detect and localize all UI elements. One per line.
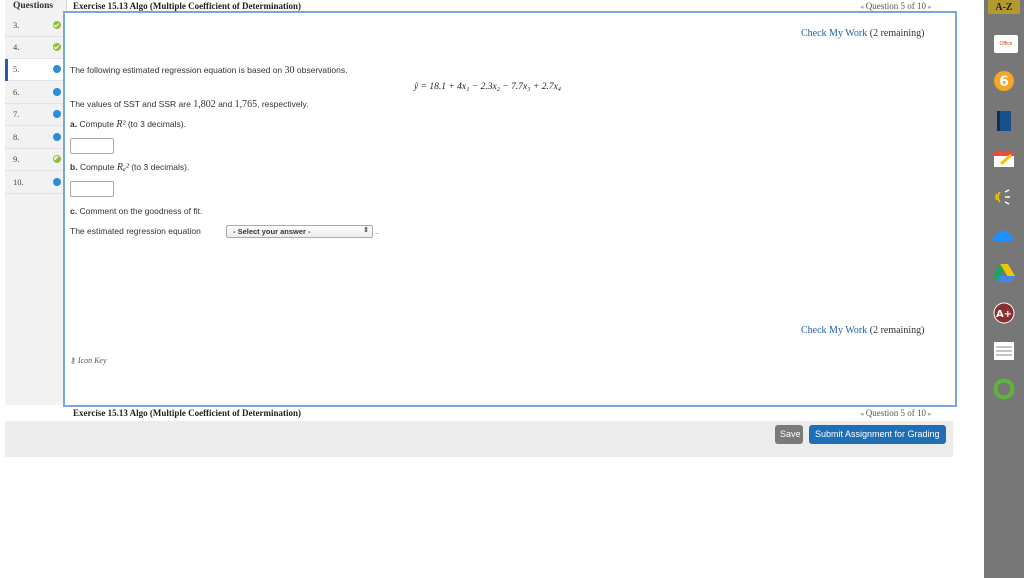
onedrive-extension-icon[interactable] xyxy=(992,225,1014,247)
question-item-5[interactable]: 5. xyxy=(5,59,66,81)
note-extension-icon[interactable] xyxy=(993,148,1015,170)
regression-equation: ŷ = 18.1 + 4x₁ − 2.3x₂ − 7.7x₃ + 2.7x₄ xyxy=(414,82,562,92)
prev-arrow-icon[interactable]: ◂ xyxy=(860,410,864,418)
part-b-prompt: b. Compute Rₐ² (to 3 decimals). xyxy=(70,162,190,173)
completed-check-icon xyxy=(53,43,61,51)
notepad-extension-icon[interactable] xyxy=(993,340,1015,362)
question-intro: The following estimated regression equat… xyxy=(70,65,348,76)
check-my-work-link[interactable]: Check My Work xyxy=(801,325,867,336)
svg-text:6: 6 xyxy=(999,74,1009,90)
question-item-8[interactable]: 8. xyxy=(5,127,66,149)
read-aloud-extension-icon[interactable] xyxy=(993,186,1015,208)
next-arrow-icon[interactable]: ▸ xyxy=(928,3,932,11)
key-icon: ⚷ xyxy=(70,356,76,365)
office-extension-icon[interactable]: Office xyxy=(994,35,1018,53)
check-my-work-top[interactable]: Check My Work (2 remaining) xyxy=(801,28,924,39)
completed-check-icon xyxy=(53,21,61,29)
select-arrows-icon: ⇕ xyxy=(363,227,369,234)
check-my-work-bottom[interactable]: Check My Work (2 remaining) xyxy=(801,325,924,336)
icon-key-link[interactable]: ⚷ Icon Key xyxy=(70,356,107,365)
check-my-work-link[interactable]: Check My Work xyxy=(801,28,867,39)
submit-assignment-button[interactable]: Submit Assignment for Grading xyxy=(809,425,946,444)
remaining-count: (2 remaining) xyxy=(869,325,925,336)
part-c-prompt: c. Comment on the goodness of fit. xyxy=(70,206,203,216)
grade-extension-icon[interactable]: A+ xyxy=(993,302,1015,324)
unanswered-dot-icon xyxy=(53,110,61,118)
next-arrow-icon[interactable]: ▸ xyxy=(928,410,932,418)
svg-text:A+: A+ xyxy=(996,309,1012,320)
question-number: 7. xyxy=(13,109,20,119)
question-item-4[interactable]: 4. xyxy=(5,37,66,59)
question-pager[interactable]: ◂ Question 5 of 10 ▸ xyxy=(860,1,932,11)
question-number: 4. xyxy=(13,42,20,52)
question-number: 3. xyxy=(13,20,20,30)
question-number: 6. xyxy=(13,87,20,97)
sentence-period: . xyxy=(376,226,379,236)
question-number: 8. xyxy=(13,132,20,142)
remaining-count: (2 remaining) xyxy=(869,28,925,39)
adjusted-r-squared-input[interactable] xyxy=(70,181,114,197)
question-number: 9. xyxy=(13,154,20,164)
question-item-6[interactable]: 6. xyxy=(5,82,66,104)
footer-exercise-title: Exercise 15.13 Algo (Multiple Coefficien… xyxy=(73,408,302,418)
unanswered-dot-icon xyxy=(53,88,61,96)
footer-question-pager[interactable]: ◂ Question 5 of 10 ▸ xyxy=(860,408,932,418)
r-squared-input[interactable] xyxy=(70,138,114,154)
sst-ssr-statement: The values of SST and SSR are 1,802 and … xyxy=(70,99,309,110)
unanswered-dot-icon xyxy=(53,178,61,186)
question-number: 5. xyxy=(13,64,20,74)
pager-text: Question 5 of 10 xyxy=(865,1,927,11)
question-nav: Questions 3. 4. 5. 6. 7. 8. 9. 10. xyxy=(5,0,67,405)
questions-title: Questions xyxy=(13,1,54,11)
partial-credit-icon xyxy=(53,155,61,163)
six-extension-icon[interactable]: 6 xyxy=(993,70,1015,92)
a-z-extension-icon[interactable]: A-Z xyxy=(988,0,1020,14)
ring-extension-icon[interactable] xyxy=(993,378,1015,400)
question-item-3[interactable]: 3. xyxy=(5,15,66,37)
question-item-10[interactable]: 10. xyxy=(5,172,66,194)
question-item-7[interactable]: 7. xyxy=(5,104,66,126)
part-a-prompt: a. Compute R² (to 3 decimals). xyxy=(70,119,186,130)
pager-text: Question 5 of 10 xyxy=(865,408,927,418)
exercise-title: Exercise 15.13 Algo (Multiple Coefficien… xyxy=(73,1,302,11)
save-button[interactable]: Save xyxy=(775,425,803,444)
unanswered-dot-icon xyxy=(53,65,61,73)
goodness-of-fit-select[interactable]: - Select your answer - ⇕ xyxy=(226,225,373,238)
book-extension-icon[interactable] xyxy=(993,110,1015,132)
question-item-9[interactable]: 9. xyxy=(5,149,66,171)
prev-arrow-icon[interactable]: ◂ xyxy=(860,3,864,11)
part-c-sentence: The estimated regression equation xyxy=(70,226,201,236)
google-drive-extension-icon[interactable] xyxy=(993,262,1015,284)
question-number: 10. xyxy=(13,177,24,187)
unanswered-dot-icon xyxy=(53,133,61,141)
